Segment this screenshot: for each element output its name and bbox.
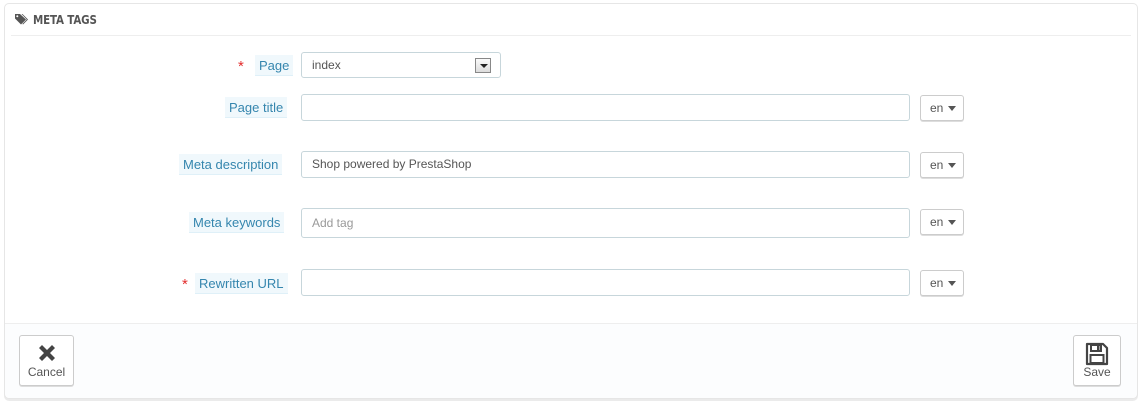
tags-icon	[15, 14, 28, 25]
cancel-button[interactable]: Cancel	[19, 335, 74, 386]
page-label: Page	[255, 55, 294, 76]
page-select-value: index	[312, 58, 341, 72]
meta-description-input[interactable]: Shop powered by PrestaShop	[301, 151, 910, 178]
meta-description-lang-button[interactable]: en	[920, 152, 964, 178]
lang-label: en	[930, 101, 944, 115]
required-marker: *	[238, 58, 244, 75]
page-title-input[interactable]	[301, 94, 910, 121]
page-select[interactable]: index	[301, 52, 501, 78]
panel-footer: Cancel Save	[5, 323, 1137, 398]
close-icon	[38, 345, 55, 361]
lang-label: en	[930, 276, 944, 290]
meta-keywords-label: Meta keywords	[189, 212, 285, 233]
rewritten-url-label: Rewritten URL	[195, 273, 288, 294]
lang-label: en	[930, 215, 944, 229]
cancel-label: Cancel	[27, 365, 66, 379]
rewritten-url-lang-button[interactable]: en	[920, 270, 964, 296]
save-label: Save	[1083, 365, 1111, 379]
required-marker: *	[182, 276, 188, 293]
rewritten-url-input[interactable]	[301, 269, 910, 296]
chevron-down-icon	[475, 58, 491, 73]
meta-tags-panel: META TAGS * Page index Page title en Met…	[4, 3, 1138, 399]
save-button[interactable]: Save	[1073, 335, 1121, 386]
caret-down-icon	[948, 281, 956, 286]
caret-down-icon	[948, 220, 956, 225]
meta-description-label: Meta description	[179, 154, 283, 175]
lang-label: en	[930, 158, 944, 172]
meta-keywords-tag-input[interactable]: Add tag	[301, 208, 910, 238]
page-title-label: Page title	[225, 97, 288, 118]
floppy-disk-icon	[1085, 342, 1109, 366]
caret-down-icon	[948, 106, 956, 111]
caret-down-icon	[948, 163, 956, 168]
panel-title: META TAGS	[33, 13, 97, 27]
page-title-lang-button[interactable]: en	[920, 95, 964, 121]
meta-keywords-lang-button[interactable]: en	[920, 209, 964, 235]
panel-heading: META TAGS	[11, 4, 1131, 36]
